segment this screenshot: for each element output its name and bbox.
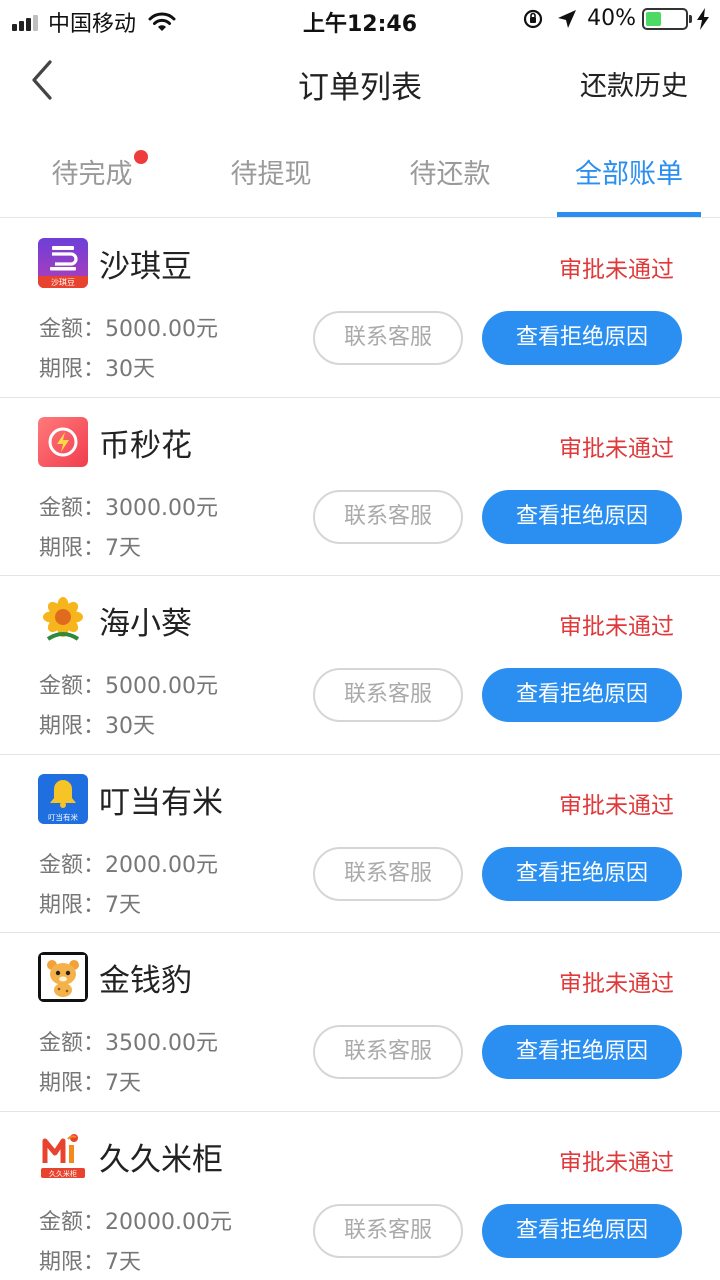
tab-pending-repayment[interactable]: 待还款 [360,152,540,191]
term-row: 期限：7天 [39,530,141,562]
tab-label: 全部账单 [575,159,683,190]
order-card[interactable]: 海小葵 审批未通过 金额：5000.00元 期限：30天 联系客服 查看拒绝原因 [0,576,720,755]
order-card[interactable]: 久久米柜 久久米柜 审批未通过 金额：20000.00元 期限：7天 联系客服 … [0,1112,720,1280]
amount-label: 金额： [39,1209,106,1235]
term-label: 期限： [39,535,106,561]
logo-text: 叮当有米 [48,812,78,822]
term-row: 期限：7天 [39,1244,141,1276]
logo-text: 久久米柜 [49,1169,77,1178]
charging-bolt-icon [697,7,709,30]
tab-bar: 待完成 待提现 待还款 全部账单 [0,130,720,218]
tab-label: 待还款 [409,159,491,190]
status-label: 审批未通过 [559,257,674,283]
amount-label: 金额： [39,1031,106,1056]
amount-label: 金额： [39,852,106,878]
status-label: 审批未通过 [559,435,674,462]
term-value: 30天 [105,714,156,739]
status-label: 审批未通过 [559,792,674,819]
amount-label: 金额： [39,317,106,342]
amount-value: 3000.00元 [105,495,218,521]
view-rejection-reason-button[interactable]: 查看拒绝原因 [482,846,682,901]
status-bar-right: 40% [521,6,710,31]
bell-logo-icon: 叮当有米 [38,773,88,824]
jiujiumigui-logo-icon: 久久米柜 [38,1130,88,1181]
amount-label: 金额： [39,495,106,521]
term-label: 期限： [39,892,106,918]
shaqidou-logo-icon: 沙琪豆 [38,238,88,288]
contact-support-button[interactable]: 联系客服 [313,846,463,901]
notification-dot [134,150,148,164]
tab-label: 待提现 [230,159,312,190]
location-arrow-icon [558,9,577,28]
term-row: 期限：7天 [39,1065,141,1097]
contact-support-button[interactable]: 联系客服 [313,1203,463,1258]
term-value: 7天 [105,892,142,918]
view-rejection-reason-button[interactable]: 查看拒绝原因 [482,1203,682,1258]
order-card[interactable]: 叮当有米 叮当有米 审批未通过 金额：2000.00元 期限：7天 联系客服 查… [0,755,720,933]
nav-bar: 订单列表 还款历史 [0,40,720,124]
amount-row: 金额：3000.00元 [39,490,218,522]
amount-row: 金额：20000.00元 [39,1204,232,1236]
active-tab-indicator [557,212,701,217]
term-label: 期限： [39,1071,106,1096]
amount-row: 金额：3500.00元 [39,1025,218,1057]
app-name: 海小葵 [99,606,192,642]
repayment-history-button[interactable]: 还款历史 [580,64,688,103]
tab-label: 待完成 [51,159,133,190]
amount-row: 金额：5000.00元 [39,311,218,343]
term-value: 7天 [105,1071,142,1096]
app-name: 叮当有米 [99,784,223,821]
app-name: 金钱豹 [99,963,192,999]
status-label: 审批未通过 [559,971,674,997]
term-row: 期限：30天 [39,708,155,740]
status-label: 审批未通过 [559,1149,674,1176]
term-value: 7天 [105,1249,142,1275]
order-card[interactable]: 币秒花 审批未通过 金额：3000.00元 期限：7天 联系客服 查看拒绝原因 [0,398,720,576]
term-value: 7天 [105,535,142,561]
tab-pending-withdrawal[interactable]: 待提现 [181,152,361,191]
sunflower-logo-icon [38,595,88,645]
logo-text: 沙琪豆 [51,277,75,287]
order-list: 沙琪豆 沙琪豆 审批未通过 金额：5000.00元 期限：30天 联系客服 查看… [0,219,720,1280]
contact-support-button[interactable]: 联系客服 [313,1025,463,1079]
amount-value: 5000.00元 [105,317,218,342]
contact-support-button[interactable]: 联系客服 [313,489,463,544]
battery-fill [646,11,661,26]
term-value: 30天 [105,357,156,382]
amount-value: 20000.00元 [105,1209,232,1235]
view-rejection-reason-button[interactable]: 查看拒绝原因 [482,311,682,365]
amount-value: 2000.00元 [105,852,218,878]
amount-label: 金额： [39,674,106,699]
status-bar: 中国移动 上午12:46 40% [0,0,720,40]
term-label: 期限： [39,357,106,382]
tab-all-bills[interactable]: 全部账单 [539,152,719,191]
amount-row: 金额：5000.00元 [39,668,218,700]
view-rejection-reason-button[interactable]: 查看拒绝原因 [482,668,682,722]
order-card[interactable]: 沙琪豆 沙琪豆 审批未通过 金额：5000.00元 期限：30天 联系客服 查看… [0,219,720,398]
term-row: 期限：7天 [39,887,141,919]
battery-percent: 40% [587,6,636,31]
battery-icon [642,7,692,30]
order-card[interactable]: 金钱豹 审批未通过 金额：3500.00元 期限：7天 联系客服 查看拒绝原因 [0,933,720,1112]
leopard-logo-icon [38,952,88,1002]
amount-value: 3500.00元 [105,1031,218,1056]
app-name: 币秒花 [99,427,192,464]
contact-support-button[interactable]: 联系客服 [313,311,463,365]
app-name: 沙琪豆 [99,249,192,285]
amount-value: 5000.00元 [105,674,218,699]
app-name: 久久米柜 [99,1141,223,1178]
tab-pending-completion[interactable]: 待完成 [2,150,182,191]
amount-row: 金额：2000.00元 [39,847,218,879]
status-label: 审批未通过 [559,614,674,640]
view-rejection-reason-button[interactable]: 查看拒绝原因 [482,1025,682,1079]
term-label: 期限： [39,714,106,739]
term-row: 期限：30天 [39,351,155,383]
bimiaohua-logo-icon [38,416,88,467]
view-rejection-reason-button[interactable]: 查看拒绝原因 [482,489,682,544]
term-label: 期限： [39,1249,106,1275]
contact-support-button[interactable]: 联系客服 [313,668,463,722]
orientation-lock-icon [523,9,543,28]
